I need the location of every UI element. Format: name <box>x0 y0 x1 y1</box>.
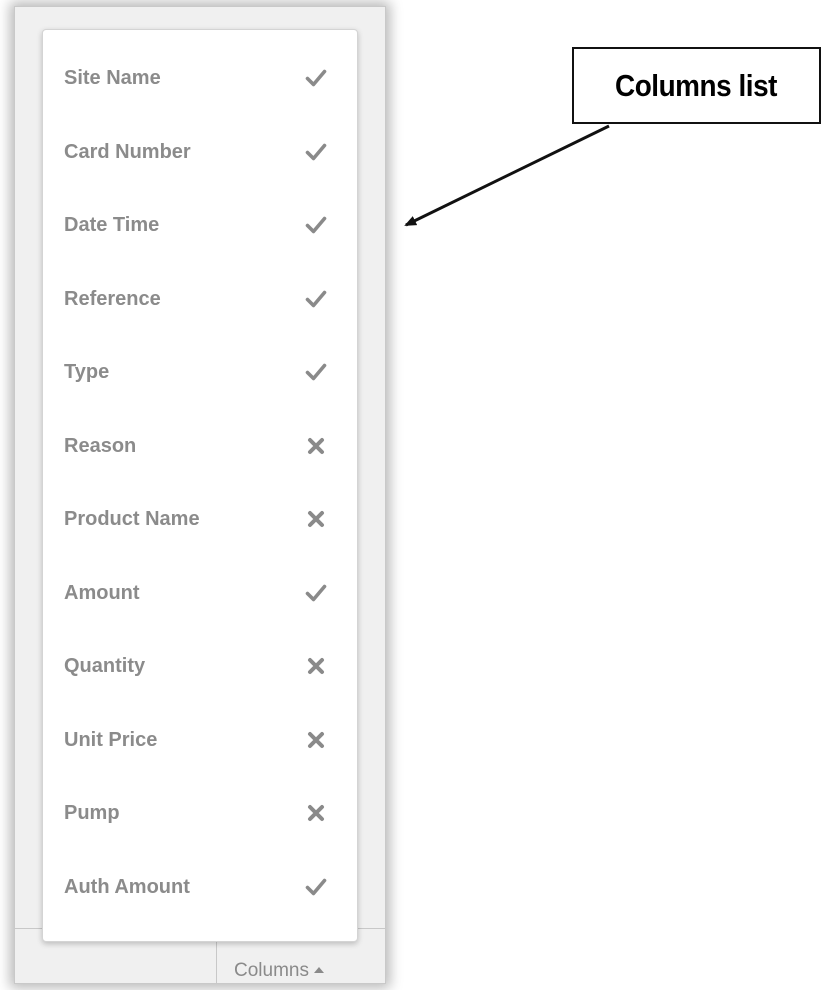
column-item-label: Date Time <box>64 214 160 236</box>
column-item-label: Type <box>64 361 110 383</box>
screenshot-stage: Columns Site Name Card Number Date Time Ref… <box>0 0 827 990</box>
columns-button[interactable]: Columns <box>234 960 324 982</box>
column-item-label: Reference <box>64 287 161 310</box>
check-icon <box>305 69 327 87</box>
column-item-label: Product Name <box>64 508 200 530</box>
column-item-pump[interactable]: Pump <box>43 765 357 838</box>
column-item-label: Site Name <box>64 67 161 89</box>
column-item-unit-price[interactable]: Unit Price <box>43 692 357 765</box>
column-item-type[interactable]: Type <box>43 324 357 397</box>
caret-up-icon <box>313 967 324 973</box>
column-item-site-name[interactable]: Site Name <box>43 30 357 103</box>
column-item-reference[interactable]: Reference <box>43 251 357 324</box>
column-item-label: Unit Price <box>64 728 158 751</box>
check-icon <box>305 143 327 160</box>
column-item-label: Auth Amount <box>64 875 190 898</box>
cross-icon <box>308 437 324 454</box>
check-icon <box>305 878 327 895</box>
cross-icon <box>308 658 324 674</box>
column-item-label: Reason <box>64 434 137 457</box>
cross-icon <box>308 511 324 527</box>
check-icon <box>305 290 327 307</box>
cross-icon <box>308 805 324 821</box>
check-icon <box>305 584 327 601</box>
check-icon <box>305 216 327 234</box>
columns-dropdown: Site Name Card Number Date Time Reference Ty… <box>42 29 358 942</box>
column-item-quantity[interactable]: Quantity <box>43 618 357 691</box>
column-item-label: Card Number <box>64 140 191 163</box>
columns-button-label: Columns <box>234 960 309 981</box>
column-item-amount[interactable]: Amount <box>43 545 357 618</box>
column-item-card-number[interactable]: Card Number <box>43 104 357 177</box>
check-icon <box>305 363 327 381</box>
callout-text: Columns list <box>615 67 778 103</box>
column-item-product-name[interactable]: Product Name <box>43 471 357 544</box>
column-item-label: Quantity <box>64 655 146 677</box>
column-item-label: Pump <box>64 802 120 824</box>
column-item-date-time[interactable]: Date Time <box>43 177 357 250</box>
column-item-auth-amount[interactable]: Auth Amount <box>43 839 357 912</box>
cross-icon <box>308 731 324 748</box>
column-item-label: Amount <box>64 581 140 604</box>
column-item-reason[interactable]: Reason <box>43 398 357 471</box>
callout-box: Columns list <box>572 47 821 124</box>
